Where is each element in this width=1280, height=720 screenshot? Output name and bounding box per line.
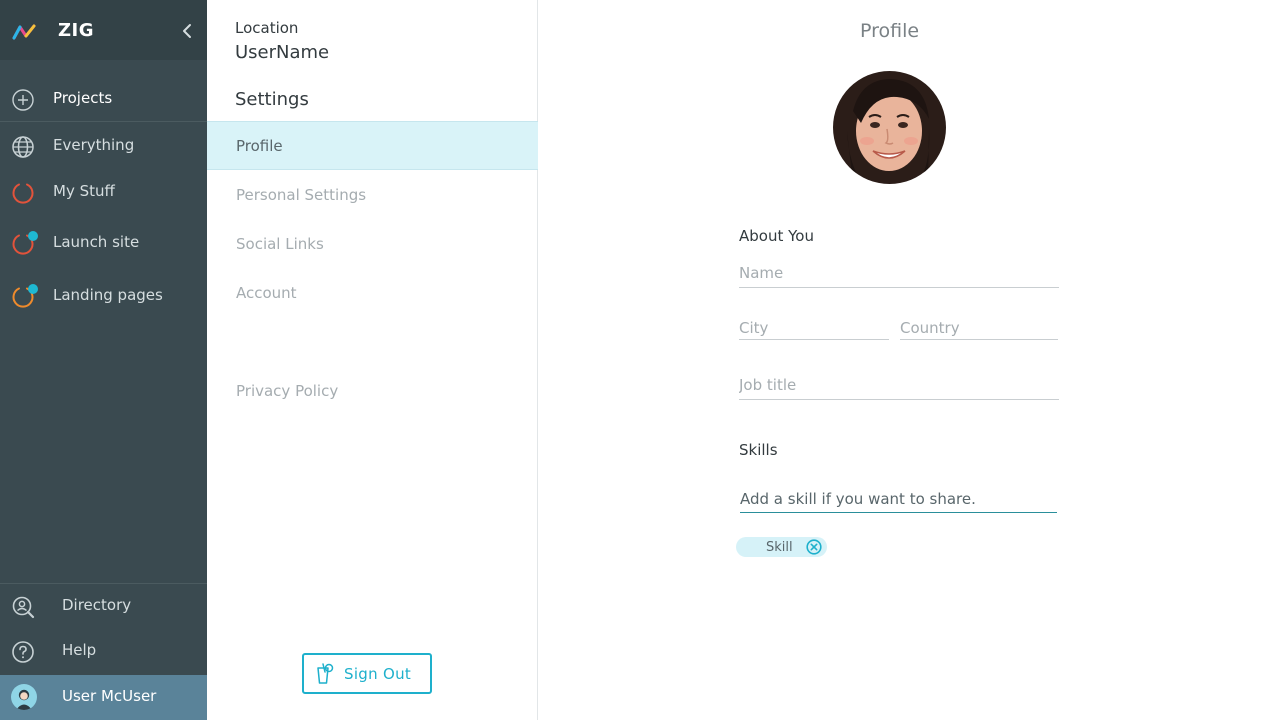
country-field[interactable]: [900, 316, 1058, 340]
zig-logo-icon: [12, 24, 36, 40]
notification-badge: [28, 231, 38, 241]
cocktail-icon: [317, 663, 334, 684]
app-name: ZIG: [58, 20, 95, 41]
job-title-field[interactable]: [739, 370, 1059, 400]
settings-item-label: Personal Settings: [236, 186, 367, 204]
sidebar-item-my-stuff[interactable]: My Stuff: [0, 170, 207, 214]
sidebar: ZIG Projects Everything My Stuff Launch …: [0, 0, 207, 720]
divider: [0, 121, 207, 122]
skills-label: Skills: [739, 441, 778, 459]
sidebar-item-user[interactable]: User McUser: [0, 675, 207, 720]
sidebar-item-launch-site[interactable]: Launch site: [0, 221, 207, 265]
sidebar-item-label: Everything: [53, 136, 135, 154]
settings-item-account[interactable]: Account: [207, 269, 538, 318]
name-field[interactable]: [739, 258, 1059, 288]
notification-badge: [28, 284, 38, 294]
sign-out-button[interactable]: Sign Out: [302, 653, 432, 694]
sidebar-item-directory[interactable]: Directory: [0, 584, 207, 628]
location-label: Location: [235, 19, 299, 37]
chevron-left-icon[interactable]: [178, 22, 196, 40]
settings-item-label: Social Links: [236, 235, 324, 253]
question-icon: [12, 641, 34, 663]
settings-item-personal-settings[interactable]: Personal Settings: [207, 171, 538, 220]
skill-chip-label: Skill: [766, 540, 793, 555]
sidebar-item-help[interactable]: Help: [0, 629, 207, 673]
globe-icon: [12, 136, 34, 158]
close-circle-icon[interactable]: [806, 539, 822, 555]
sidebar-item-landing-pages[interactable]: Landing pages: [0, 274, 207, 318]
sign-out-label: Sign Out: [344, 665, 412, 683]
sidebar-item-projects[interactable]: Projects: [0, 77, 207, 121]
settings-item-social-links[interactable]: Social Links: [207, 220, 538, 269]
city-field[interactable]: [739, 316, 889, 340]
sidebar-item-everything[interactable]: Everything: [0, 124, 207, 168]
privacy-policy-label: Privacy Policy: [236, 382, 339, 400]
profile-photo[interactable]: [833, 71, 946, 184]
sidebar-item-label: Directory: [62, 596, 132, 614]
settings-title: Settings: [235, 89, 309, 110]
sidebar-item-label: Landing pages: [53, 286, 163, 304]
sidebar-item-label: Launch site: [53, 233, 140, 251]
skill-input[interactable]: [740, 486, 1057, 513]
plus-circle-icon: [12, 89, 34, 111]
user-avatar-icon: [11, 684, 37, 710]
page-title: Profile: [859, 20, 920, 42]
ring-red-icon: [12, 183, 34, 204]
settings-column: Location UserName Settings Profile Perso…: [207, 0, 538, 720]
username-heading: UserName: [235, 42, 330, 63]
settings-item-label: Profile: [236, 137, 283, 155]
brand-bar: ZIG: [0, 0, 207, 60]
skill-chip: Skill: [736, 537, 827, 557]
search-person-icon: [12, 596, 35, 619]
privacy-policy-link[interactable]: Privacy Policy: [207, 367, 538, 416]
user-name-label: User McUser: [62, 687, 157, 705]
sidebar-item-label: My Stuff: [53, 182, 115, 200]
profile-panel: Profile About You Skills Skill: [539, 0, 1280, 720]
sidebar-item-label: Projects: [53, 89, 113, 107]
about-you-label: About You: [739, 227, 814, 245]
settings-item-label: Account: [236, 284, 297, 302]
settings-item-profile[interactable]: Profile: [207, 121, 538, 170]
sidebar-item-label: Help: [62, 641, 97, 659]
